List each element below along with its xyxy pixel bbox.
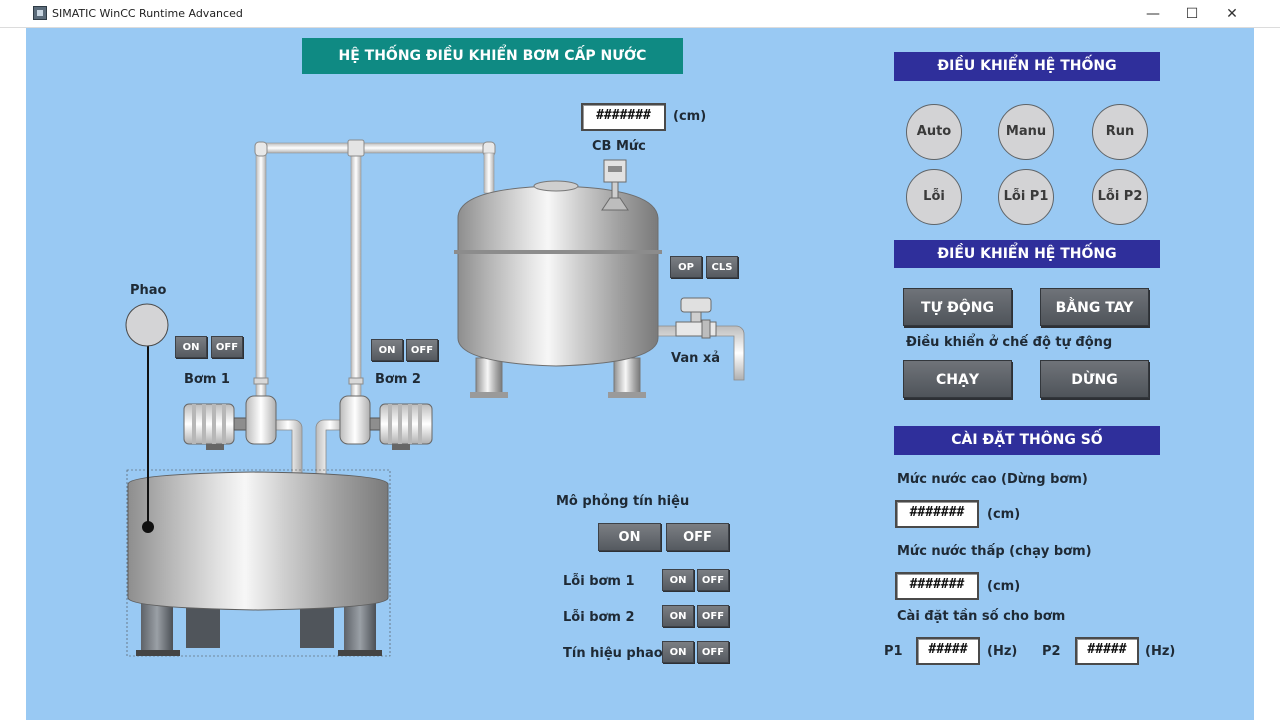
auto-mode-button[interactable]: TỰ ĐỘNG <box>903 288 1012 326</box>
float-signal-on-button[interactable]: ON <box>662 641 694 663</box>
valve-close-button[interactable]: CLS <box>706 256 738 278</box>
pump-1-graphic <box>183 395 277 450</box>
high-level-unit: (cm) <box>987 507 1021 522</box>
simulation-on-button[interactable]: ON <box>598 523 661 551</box>
low-level-label: Mức nước thấp (chạy bơm) <box>897 544 1092 559</box>
maximize-button[interactable]: ☐ <box>1174 0 1210 28</box>
p1-unit: (Hz) <box>987 644 1018 659</box>
window-title: SIMATIC WinCC Runtime Advanced <box>52 7 243 20</box>
float-signal-off-button[interactable]: OFF <box>697 641 729 663</box>
lower-tank <box>126 469 391 657</box>
stop-button[interactable]: DỪNG <box>1040 360 1149 398</box>
run-button[interactable]: CHẠY <box>903 360 1012 398</box>
frequency-label: Cài đặt tần số cho bơm <box>897 609 1066 624</box>
mode-control-banner: ĐIỀU KHIỂN HỆ THỐNG <box>894 240 1160 268</box>
pump1-fault-label: Lỗi bơm 1 <box>563 574 635 589</box>
p2-unit: (Hz) <box>1145 644 1176 659</box>
pump2-fault-label: Lỗi bơm 2 <box>563 610 635 625</box>
app-icon <box>33 6 47 20</box>
manual-mode-button[interactable]: BẰNG TAY <box>1040 288 1149 326</box>
pump2-fault-on-button[interactable]: ON <box>662 605 694 627</box>
fault-lamp: Lỗi <box>906 169 962 225</box>
settings-banner: CÀI ĐẶT THÔNG SỐ <box>894 426 1160 455</box>
pump2-off-button[interactable]: OFF <box>406 339 438 361</box>
float-signal-label: Tín hiệu phao <box>563 646 663 661</box>
high-level-input[interactable]: ####### <box>895 500 979 528</box>
p2-frequency-input[interactable]: ##### <box>1075 637 1139 665</box>
p2-label: P2 <box>1042 644 1061 659</box>
float-label: Phao <box>130 283 167 298</box>
p1-frequency-input[interactable]: ##### <box>916 637 980 665</box>
pump1-fault-lamp: Lỗi P1 <box>998 169 1054 225</box>
pump-2-graphic <box>339 395 433 450</box>
pump1-off-button[interactable]: OFF <box>211 336 243 358</box>
level-value-display: ####### <box>581 103 666 131</box>
window-titlebar: SIMATIC WinCC Runtime Advanced — ☐ ✕ <box>0 0 1280 28</box>
pump1-on-button[interactable]: ON <box>175 336 207 358</box>
simulation-title: Mô phỏng tín hiệu <box>556 494 690 509</box>
level-unit: (cm) <box>673 109 707 124</box>
drain-valve <box>675 297 717 339</box>
pump2-on-button[interactable]: ON <box>371 339 403 361</box>
hmi-screen: HỆ THỐNG ĐIỀU KHIỂN BƠM CẤP NƯỚC #######… <box>26 28 1254 720</box>
upper-tank <box>454 180 662 398</box>
valve-label: Van xả <box>671 351 721 366</box>
valve-open-button[interactable]: OP <box>670 256 702 278</box>
pump1-label: Bơm 1 <box>184 372 230 387</box>
high-level-label: Mức nước cao (Dừng bơm) <box>897 472 1088 487</box>
pump2-fault-off-button[interactable]: OFF <box>697 605 729 627</box>
system-control-banner: ĐIỀU KHIỂN HỆ THỐNG <box>894 52 1160 81</box>
auto-mode-note: Điều khiển ở chế độ tự động <box>906 335 1113 350</box>
level-sensor-label: CB Mức <box>592 139 646 154</box>
simulation-off-button[interactable]: OFF <box>666 523 729 551</box>
pump2-fault-lamp: Lỗi P2 <box>1092 169 1148 225</box>
run-lamp: Run <box>1092 104 1148 160</box>
low-level-unit: (cm) <box>987 579 1021 594</box>
page-title: HỆ THỐNG ĐIỀU KHIỂN BƠM CẤP NƯỚC <box>302 38 683 74</box>
manual-lamp: Manu <box>998 104 1054 160</box>
close-button[interactable]: ✕ <box>1214 0 1250 28</box>
low-level-input[interactable]: ####### <box>895 572 979 600</box>
pump2-label: Bơm 2 <box>375 372 421 387</box>
p1-label: P1 <box>884 644 903 659</box>
minimize-button[interactable]: — <box>1135 0 1171 28</box>
pump1-fault-off-button[interactable]: OFF <box>697 569 729 591</box>
auto-lamp: Auto <box>906 104 962 160</box>
pump1-fault-on-button[interactable]: ON <box>662 569 694 591</box>
